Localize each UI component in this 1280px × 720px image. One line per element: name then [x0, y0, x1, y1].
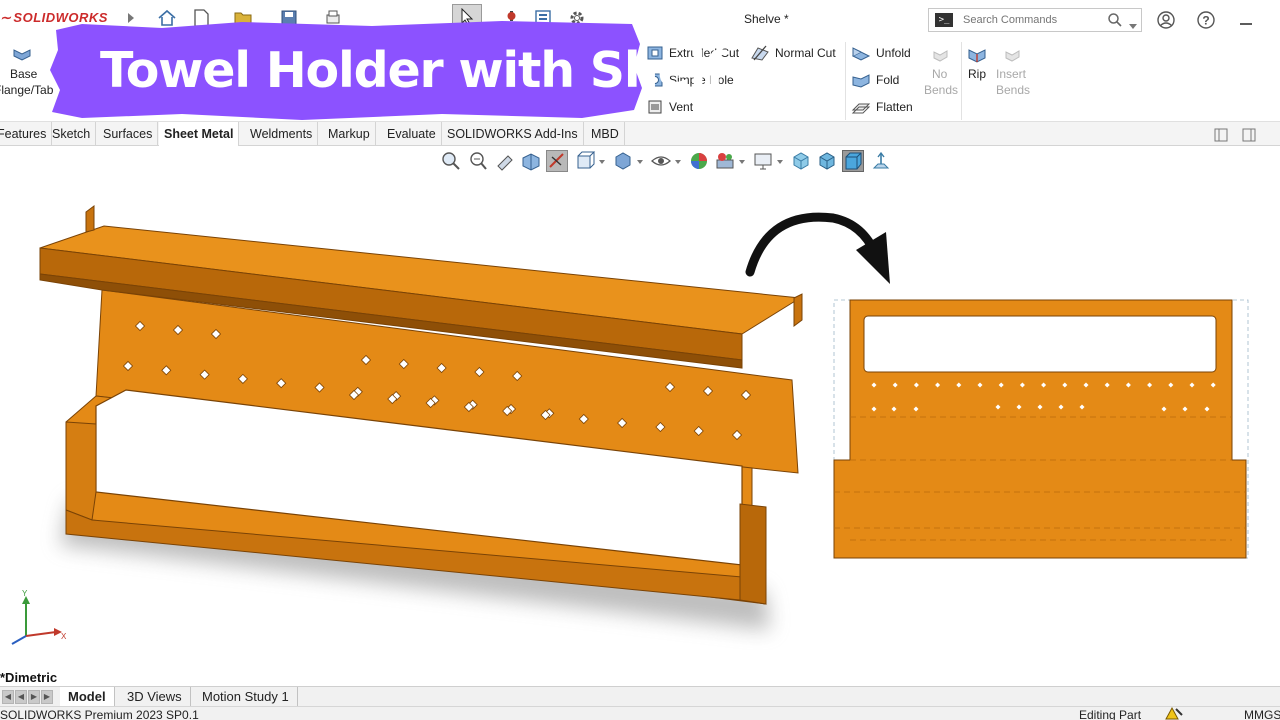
tab-sketch[interactable]: Sketch [47, 122, 97, 146]
coordinate-triad: Y X [11, 589, 67, 645]
collapse-panel-left-icon[interactable] [1214, 128, 1228, 147]
tab-surfaces[interactable]: Surfaces [98, 122, 159, 146]
section-view-icon[interactable] [520, 150, 542, 172]
no-bends-label-line2[interactable]: Bends [924, 83, 958, 97]
next-tab-arrow-icon[interactable]: ▶ [28, 690, 40, 704]
view-settings-monitor-icon[interactable] [752, 150, 774, 172]
insert-bends-icon[interactable] [1002, 44, 1020, 62]
model-tabs-bar: ◀ ◀ ▶ ▶ Model 3D Views Motion Study 1 [0, 686, 1280, 707]
apply-scene-icon[interactable] [714, 150, 736, 172]
view-triad-icon[interactable] [870, 150, 892, 172]
tab-3d-views[interactable]: 3D Views [119, 687, 191, 707]
unfold-icon[interactable] [851, 44, 871, 62]
previous-view-icon[interactable] [494, 150, 516, 172]
command-prompt-icon: >_ [935, 13, 953, 27]
view-orientation-icon[interactable] [574, 150, 596, 172]
rip-icon[interactable] [966, 44, 986, 63]
status-bar: SOLIDWORKS Premium 2023 SP0.1 Editing Pa… [0, 706, 1280, 720]
fold-icon[interactable] [851, 71, 870, 89]
hide-show-items-icon[interactable] [650, 150, 672, 172]
curved-arrow-icon [745, 212, 890, 284]
fold-button[interactable]: Fold [876, 73, 899, 87]
prev-tab-arrow-icon[interactable]: ◀ [15, 690, 27, 704]
left-leg [65, 421, 97, 521]
normal-cut-button[interactable]: Normal Cut [775, 46, 836, 60]
command-manager-tabs: Features Sketch Surfaces Sheet Metal Wel… [0, 122, 1280, 146]
svg-text:?: ? [1202, 14, 1209, 28]
base-flange-icon[interactable] [12, 44, 31, 62]
vent-button[interactable]: Vent [669, 100, 693, 114]
insert-bends-label-line1[interactable]: Insert [996, 67, 1026, 81]
dynamic-annotation-views-icon[interactable] [546, 150, 568, 172]
document-title: Shelve * [744, 12, 789, 26]
shelf-back-lip [85, 205, 95, 233]
edit-appearance-icon[interactable] [688, 150, 710, 172]
product-version: SOLIDWORKS Premium 2023 SP0.1 [0, 708, 199, 720]
tab-add-ins[interactable]: SOLIDWORKS Add-Ins [442, 122, 584, 146]
tab-features[interactable]: Features [0, 122, 53, 146]
triad-y-label: Y [22, 589, 28, 598]
search-icon[interactable] [1107, 12, 1123, 33]
view-orientation-label: *Dimetric [0, 670, 58, 685]
no-bends-label-line1[interactable]: No [932, 67, 947, 81]
tab-sheet-metal[interactable]: Sheet Metal [159, 122, 240, 146]
zoom-to-area-icon[interactable] [467, 150, 489, 172]
base-flange-label-line1[interactable]: Base [10, 67, 37, 81]
title-banner: Towel Holder with Shelf [42, 18, 726, 124]
perspective-cube-icon[interactable] [842, 150, 864, 172]
last-tab-arrow-icon[interactable]: ▶ [41, 690, 53, 704]
zoom-to-fit-icon[interactable] [440, 150, 462, 172]
search-commands-box[interactable]: >_ [928, 8, 1142, 32]
rip-button[interactable]: Rip [968, 67, 986, 81]
flatten-icon[interactable] [851, 98, 871, 116]
display-style-icon[interactable] [612, 150, 634, 172]
model-3d-view[interactable] [0, 170, 820, 650]
chevron-down-icon[interactable] [674, 150, 684, 172]
banner-title: Towel Holder with Shelf [100, 42, 726, 99]
insert-bends-label-line2[interactable]: Bends [996, 83, 1030, 97]
shaded-cube-icon[interactable] [790, 150, 812, 172]
minimize-icon[interactable] [1235, 9, 1257, 31]
ds-logo-icon: ∼ [0, 10, 12, 25]
ribbon-separator [961, 42, 962, 120]
flat-pattern-view[interactable] [826, 292, 1256, 564]
tab-markup[interactable]: Markup [323, 122, 376, 146]
unfold-button[interactable]: Unfold [876, 46, 911, 60]
search-input[interactable] [963, 14, 1103, 26]
first-tab-arrow-icon[interactable]: ◀ [2, 690, 14, 704]
unit-system[interactable]: MMGS [1244, 708, 1280, 720]
tab-motion-study-1[interactable]: Motion Study 1 [194, 687, 298, 707]
ribbon-separator [845, 42, 846, 120]
rebuild-status-icon[interactable] [1164, 705, 1184, 720]
collapse-panel-right-icon[interactable] [1242, 128, 1256, 147]
tab-evaluate[interactable]: Evaluate [382, 122, 442, 146]
flat-opening [863, 315, 1217, 373]
help-icon[interactable]: ? [1195, 9, 1217, 31]
user-account-icon[interactable] [1155, 9, 1177, 31]
no-bends-icon[interactable] [930, 44, 948, 62]
chevron-down-icon[interactable] [598, 150, 608, 172]
chevron-down-icon[interactable] [738, 150, 748, 172]
right-leg [739, 503, 767, 605]
chevron-down-icon[interactable] [636, 150, 646, 172]
flatten-button[interactable]: Flatten [876, 100, 913, 114]
tab-weldments[interactable]: Weldments [245, 122, 319, 146]
chevron-down-icon[interactable] [776, 150, 786, 172]
chevron-down-icon[interactable] [1129, 17, 1137, 35]
triad-x-label: X [61, 632, 67, 641]
tab-mbd[interactable]: MBD [586, 122, 625, 146]
shaded-with-edges-cube-icon[interactable] [816, 150, 838, 172]
editing-mode: Editing Part [1079, 708, 1142, 720]
vent-icon[interactable] [646, 98, 664, 116]
tab-model[interactable]: Model [60, 687, 115, 707]
normal-cut-icon[interactable] [750, 44, 769, 62]
